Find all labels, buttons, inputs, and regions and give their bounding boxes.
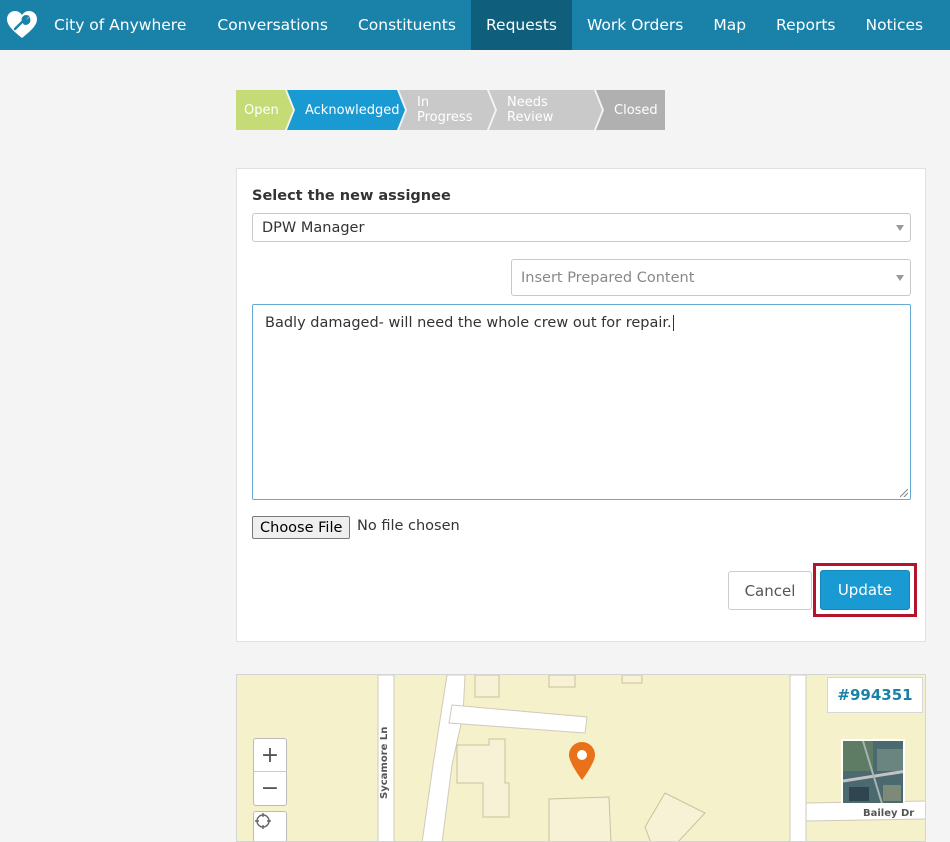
step-open[interactable]: Open: [236, 90, 293, 130]
nav-reports[interactable]: Reports: [761, 0, 850, 50]
note-text: Badly damaged- will need the whole crew …: [265, 315, 672, 331]
satellite-layer-toggle[interactable]: [841, 739, 905, 805]
zoom-control: + −: [253, 738, 287, 806]
reassign-panel: Select the new assignee DPW Manager Inse…: [236, 168, 926, 642]
resize-handle-icon[interactable]: [900, 489, 908, 497]
caret-down-icon: [896, 224, 904, 231]
locate-crosshair-icon[interactable]: [253, 811, 287, 841]
cancel-button[interactable]: Cancel: [728, 571, 812, 610]
request-id-badge[interactable]: #994351: [827, 677, 923, 713]
prepared-content-placeholder: Insert Prepared Content: [521, 269, 695, 286]
nav-constituents[interactable]: Constituents: [343, 0, 471, 50]
assignee-label: Select the new assignee: [252, 188, 451, 204]
caret-down-icon: [896, 274, 904, 281]
location-map[interactable]: Sycamore Ln Bailey Dr #994351 + −: [236, 674, 926, 842]
step-in-progress[interactable]: In Progress: [399, 90, 495, 130]
note-textarea[interactable]: Badly damaged- will need the whole crew …: [252, 304, 911, 500]
brand-name[interactable]: City of Anywhere: [44, 0, 202, 50]
step-closed[interactable]: Closed: [596, 90, 665, 130]
zoom-in-button[interactable]: +: [254, 739, 286, 772]
step-needs-review[interactable]: Needs Review: [489, 90, 602, 130]
assignee-value: DPW Manager: [262, 219, 365, 236]
step-acknowledged[interactable]: Acknowledged: [287, 90, 405, 130]
choose-file-button[interactable]: Choose File: [252, 516, 351, 539]
nav-work-orders[interactable]: Work Orders: [572, 0, 698, 50]
update-button[interactable]: Update: [820, 570, 910, 610]
street-label-sycamore: Sycamore Ln: [379, 726, 390, 799]
zoom-out-button[interactable]: −: [254, 772, 286, 805]
file-status: No file chosen: [357, 518, 460, 534]
assignee-select[interactable]: DPW Manager: [252, 213, 911, 242]
top-navigation: City of Anywhere Conversations Constitue…: [0, 0, 950, 50]
nav-conversations[interactable]: Conversations: [202, 0, 343, 50]
heart-wrench-logo-icon[interactable]: [0, 0, 44, 50]
street-label-bailey: Bailey Dr: [863, 808, 915, 819]
prepared-content-select[interactable]: Insert Prepared Content: [511, 259, 911, 296]
update-highlight: Update: [813, 563, 917, 617]
nav-requests[interactable]: Requests: [470, 0, 573, 50]
workflow-steps: Open Acknowledged In Progress Needs Revi…: [236, 90, 665, 130]
nav-notices[interactable]: Notices: [851, 0, 939, 50]
nav-map[interactable]: Map: [698, 0, 761, 50]
